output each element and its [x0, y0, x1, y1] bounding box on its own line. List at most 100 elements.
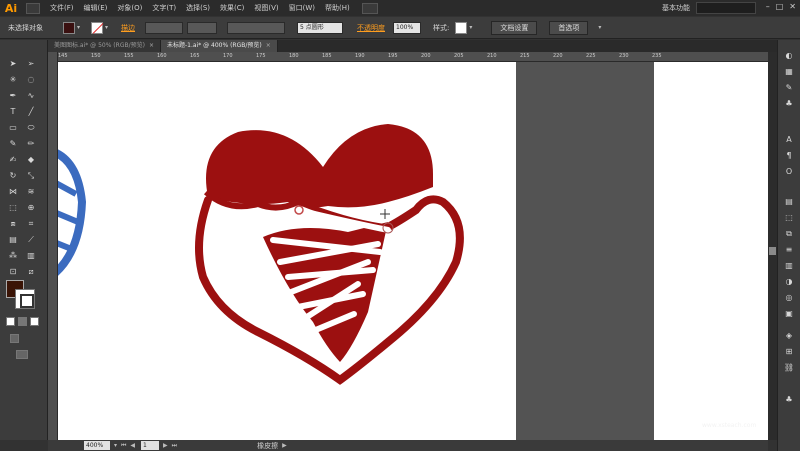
magic-wand-icon[interactable]: ✳: [6, 74, 20, 86]
perspective-icon[interactable]: ⧈: [6, 218, 20, 230]
maximize-button[interactable]: □: [776, 2, 784, 11]
draw-mode-icon[interactable]: [10, 334, 19, 343]
paragraph-icon[interactable]: ¶: [782, 150, 796, 162]
line-tool-icon[interactable]: ╱: [24, 106, 38, 118]
color-mode-icon[interactable]: [6, 317, 15, 326]
gradient-mode-icon[interactable]: [18, 317, 27, 326]
stroke-icon[interactable]: ≡: [782, 244, 796, 256]
artwork[interactable]: [58, 62, 768, 440]
vertical-scrollbar[interactable]: [768, 52, 777, 440]
close-icon[interactable]: ×: [149, 42, 154, 49]
pencil-icon[interactable]: ✏: [24, 138, 38, 150]
layers-icon[interactable]: ◈: [782, 330, 796, 342]
transparency-icon[interactable]: ◑: [782, 276, 796, 288]
menu-window[interactable]: 窗口(W): [289, 3, 315, 13]
lasso-icon[interactable]: ◌: [24, 74, 38, 86]
rotate-icon[interactable]: ↻: [6, 170, 20, 182]
stroke-weight-field[interactable]: [145, 21, 183, 34]
control-bar-menu-icon[interactable]: ▾: [598, 23, 606, 33]
variable-width-field[interactable]: [187, 21, 217, 34]
blob-brush-icon[interactable]: ✍: [6, 154, 20, 166]
warp-icon[interactable]: ≋: [24, 186, 38, 198]
close-icon[interactable]: ×: [266, 42, 271, 49]
none-mode-icon[interactable]: [30, 317, 39, 326]
artboard-number-field[interactable]: 1: [141, 441, 160, 450]
menu-edit[interactable]: 编辑(E): [84, 3, 108, 13]
align-icon[interactable]: ▤: [782, 196, 796, 208]
artboards-icon[interactable]: ⊞: [782, 346, 796, 358]
symbol-sprayer-icon[interactable]: ⁂: [6, 250, 20, 262]
preferences-button[interactable]: 首选项: [549, 20, 589, 35]
next-artboard-icon[interactable]: ▶: [163, 442, 168, 449]
selection-tool-icon[interactable]: ➤: [6, 58, 20, 70]
pen-tool-icon[interactable]: ✒: [6, 90, 20, 102]
graphic-style-swatch[interactable]: [455, 21, 468, 34]
fill-dropdown-icon[interactable]: ▾: [77, 23, 85, 33]
mesh-icon[interactable]: ⌗: [24, 218, 38, 230]
swatches-icon[interactable]: ▦: [782, 66, 796, 78]
app-logo[interactable]: Ai: [0, 0, 22, 16]
opacity-field[interactable]: 100%: [393, 21, 421, 34]
previous-artboard-icon[interactable]: ◀: [130, 442, 135, 449]
opacity-label-link[interactable]: 不透明度: [357, 23, 385, 33]
scroll-thumb[interactable]: [769, 247, 776, 255]
pathfinder-icon[interactable]: ⧉: [782, 228, 796, 240]
transform-icon[interactable]: ⬚: [782, 212, 796, 224]
direct-selection-tool-icon[interactable]: ➢: [24, 58, 38, 70]
type-tool-icon[interactable]: T: [6, 106, 20, 118]
zoom-field[interactable]: 400%: [84, 441, 110, 450]
tab-document-1[interactable]: 美图图标.ai* @ 50% (RGB/预览) ×: [48, 40, 161, 52]
arrange-documents-icon[interactable]: [361, 2, 378, 14]
stroke-label-link[interactable]: 描边: [121, 23, 135, 33]
screen-mode-icon[interactable]: [16, 350, 28, 359]
links-icon[interactable]: ⛓: [782, 362, 796, 374]
shape-builder-icon[interactable]: ⊕: [24, 202, 38, 214]
character-icon[interactable]: A: [782, 134, 796, 146]
menu-object[interactable]: 对象(O): [117, 3, 142, 13]
workspace-switcher[interactable]: 基本功能: [662, 3, 690, 13]
minimize-button[interactable]: –: [766, 2, 770, 11]
appearance-icon[interactable]: ◎: [782, 292, 796, 304]
menu-help[interactable]: 帮助(H): [325, 3, 350, 13]
brush-definition-field[interactable]: [227, 21, 285, 34]
ellipse-tool-icon[interactable]: ⬭: [24, 122, 38, 134]
fill-color-swatch[interactable]: [63, 21, 75, 34]
menu-view[interactable]: 视图(V): [254, 3, 278, 13]
opentype-icon[interactable]: O: [782, 166, 796, 178]
menu-effect[interactable]: 效果(C): [220, 3, 244, 13]
stroke-color-swatch[interactable]: [91, 21, 103, 34]
last-artboard-icon[interactable]: ⏭: [172, 442, 177, 450]
width-tool-icon[interactable]: ⋈: [6, 186, 20, 198]
artboard-icon[interactable]: ⊡: [6, 266, 20, 278]
document-setup-button[interactable]: 文档设置: [491, 20, 538, 35]
search-input[interactable]: [696, 2, 756, 14]
stroke-dropdown-icon[interactable]: ▾: [105, 23, 113, 33]
chevron-down-icon[interactable]: ▾: [114, 442, 117, 449]
canvas[interactable]: [58, 62, 768, 440]
slice-icon[interactable]: ⧄: [24, 266, 38, 278]
paintbrush-icon[interactable]: ✎: [6, 138, 20, 150]
heart-top-fill[interactable]: [203, 124, 433, 211]
close-button[interactable]: ✕: [789, 2, 796, 11]
stroke-swatch[interactable]: [15, 289, 35, 309]
scale-icon[interactable]: ⤡: [24, 170, 38, 182]
clubs-icon[interactable]: ♣: [782, 394, 796, 406]
color-panel-icon[interactable]: ◐: [782, 50, 796, 62]
brush-size-field[interactable]: 5 点圆形: [297, 21, 343, 34]
menu-file[interactable]: 文件(F): [50, 3, 74, 13]
eyedropper-icon[interactable]: ⟋: [24, 234, 38, 246]
horizontal-ruler[interactable]: 145 150 155 160 165 170 175 180 185 190 …: [58, 52, 768, 62]
blue-shape[interactable]: [58, 149, 87, 276]
style-dropdown-icon[interactable]: ▾: [469, 23, 477, 33]
bridge-icon[interactable]: [26, 2, 40, 14]
status-menu-icon[interactable]: ▶: [282, 442, 287, 449]
tab-document-2[interactable]: 未标题-1.ai* @ 400% (RGB/预览) ×: [160, 40, 278, 52]
gradient-icon[interactable]: ▤: [6, 234, 20, 246]
first-artboard-icon[interactable]: ⏮: [121, 442, 126, 450]
curvature-icon[interactable]: ∿: [24, 90, 38, 102]
brushes-icon[interactable]: ✎: [782, 82, 796, 94]
free-transform-icon[interactable]: ⬚: [6, 202, 20, 214]
menu-type[interactable]: 文字(T): [152, 3, 176, 13]
gradient-panel-icon[interactable]: ▥: [782, 260, 796, 272]
symbols-icon[interactable]: ♣: [782, 98, 796, 110]
